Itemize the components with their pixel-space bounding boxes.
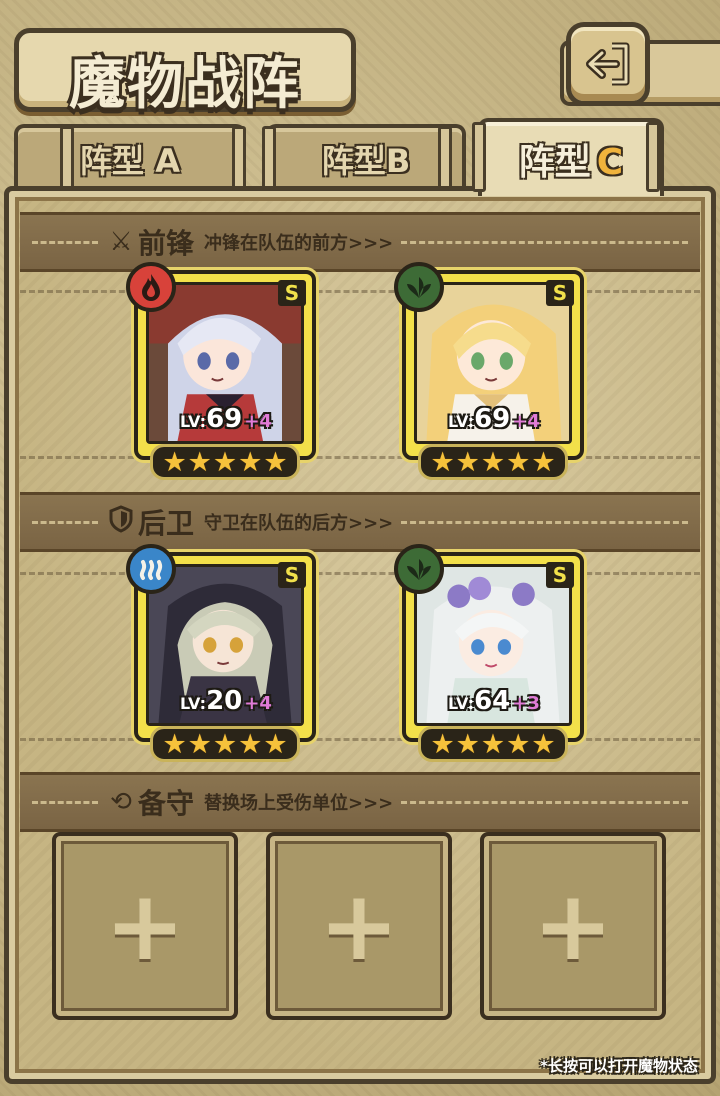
swap-icon: ⟲ — [110, 787, 132, 817]
water-element-icon — [126, 544, 176, 594]
star-icon: ★ — [263, 446, 288, 478]
star-icon: ★ — [212, 728, 238, 760]
page-title: 魔物战阵 — [69, 51, 301, 117]
star-icon: ★ — [455, 446, 480, 478]
star-icon: ★ — [430, 446, 455, 478]
section-desc: 替换场上受伤单位>>> — [204, 793, 394, 814]
row-divider — [20, 738, 700, 741]
section-title: 备守 — [138, 787, 195, 820]
rarity-badge: S — [278, 280, 306, 306]
star-icon: ★ — [480, 446, 506, 478]
unit-card[interactable]: S LV:69 +4 ★ ★ ★ ★ ★ — [394, 262, 584, 480]
star-icon: ★ — [187, 446, 212, 478]
divider — [401, 240, 688, 244]
unit-level: LV:20 +4 — [180, 686, 272, 716]
return-arrow-icon — [586, 42, 630, 86]
star-icon: ★ — [480, 728, 506, 760]
star-rating: ★ ★ ★ ★ ★ — [150, 444, 300, 480]
star-icon: ★ — [162, 728, 187, 760]
hint-text: *长按可以打开魔物状态 — [540, 1057, 698, 1075]
star-icon: ★ — [238, 728, 263, 760]
add-icon: + — [318, 870, 400, 982]
section-desc: 守卫在队伍的后方>>> — [204, 513, 394, 534]
star-icon: ★ — [506, 446, 531, 478]
star-rating: ★ ★ ★ ★ ★ — [150, 726, 300, 762]
star-icon: ★ — [238, 446, 263, 478]
row-divider — [20, 290, 700, 293]
section-band-reserve: ⟲ 备守 替换场上受伤单位>>> — [20, 772, 700, 832]
row-divider — [20, 572, 700, 575]
star-icon: ★ — [531, 728, 556, 760]
tab-formation-b[interactable]: 阵型B — [266, 124, 466, 190]
divider — [401, 800, 688, 804]
star-icon: ★ — [263, 728, 288, 760]
unit-card[interactable]: S LV:20 +4 ★ ★ ★ ★ ★ — [126, 544, 316, 762]
tab-label: 阵型B — [321, 142, 411, 180]
star-rating: ★ ★ ★ ★ ★ — [418, 444, 568, 480]
section-title: 后卫 — [138, 507, 195, 540]
reserve-slot-1[interactable]: + — [52, 832, 238, 1020]
reserve-slot-2[interactable]: + — [266, 832, 452, 1020]
divider — [401, 520, 688, 524]
section-band-back: 后卫 守卫在队伍的后方>>> — [20, 492, 700, 552]
rarity-badge: S — [546, 562, 574, 588]
star-rating: ★ ★ ★ ★ ★ — [418, 726, 568, 762]
back-button[interactable] — [566, 22, 650, 106]
shield-icon — [106, 504, 136, 540]
star-icon: ★ — [162, 446, 187, 478]
section-band-front: ⚔ 前锋 冲锋在队伍的前方>>> — [20, 212, 700, 272]
divider — [32, 240, 98, 244]
unit-level: LV:69 +4 — [180, 404, 272, 434]
row-divider — [20, 456, 700, 459]
star-icon: ★ — [531, 446, 556, 478]
star-icon: ★ — [506, 728, 531, 760]
nature-element-icon — [394, 544, 444, 594]
tab-formation-c[interactable]: 阵型 C — [478, 118, 664, 196]
title-plate: 魔物战阵 — [14, 28, 356, 117]
rarity-badge: S — [546, 280, 574, 306]
star-icon: ★ — [430, 728, 455, 760]
star-icon: ★ — [455, 728, 480, 760]
reserve-slot-3[interactable]: + — [480, 832, 666, 1020]
star-icon: ★ — [212, 446, 238, 478]
fire-element-icon — [126, 262, 176, 312]
sword-icon: ⚔ — [109, 227, 133, 257]
unit-card[interactable]: S LV:69 +4 ★ ★ ★ ★ ★ — [126, 262, 316, 480]
nature-element-icon — [394, 262, 444, 312]
unit-level: LV:64 +3 — [448, 686, 540, 716]
star-icon: ★ — [187, 728, 212, 760]
tab-post — [472, 122, 486, 192]
section-title: 前锋 — [138, 227, 195, 260]
unit-level: LV:69 +4 — [448, 404, 540, 434]
tab-post — [646, 122, 660, 192]
add-icon: + — [104, 870, 186, 982]
section-desc: 冲锋在队伍的前方>>> — [204, 233, 394, 254]
tab-label: 阵型 C — [518, 142, 624, 183]
tab-formation-a[interactable]: 阵型 A — [14, 124, 246, 190]
divider — [32, 520, 98, 524]
rarity-badge: S — [278, 562, 306, 588]
divider — [32, 800, 98, 804]
add-icon: + — [532, 870, 614, 982]
unit-card[interactable]: S LV:64 +3 ★ ★ ★ ★ ★ — [394, 544, 584, 762]
tab-label: 阵型 A — [80, 142, 180, 180]
